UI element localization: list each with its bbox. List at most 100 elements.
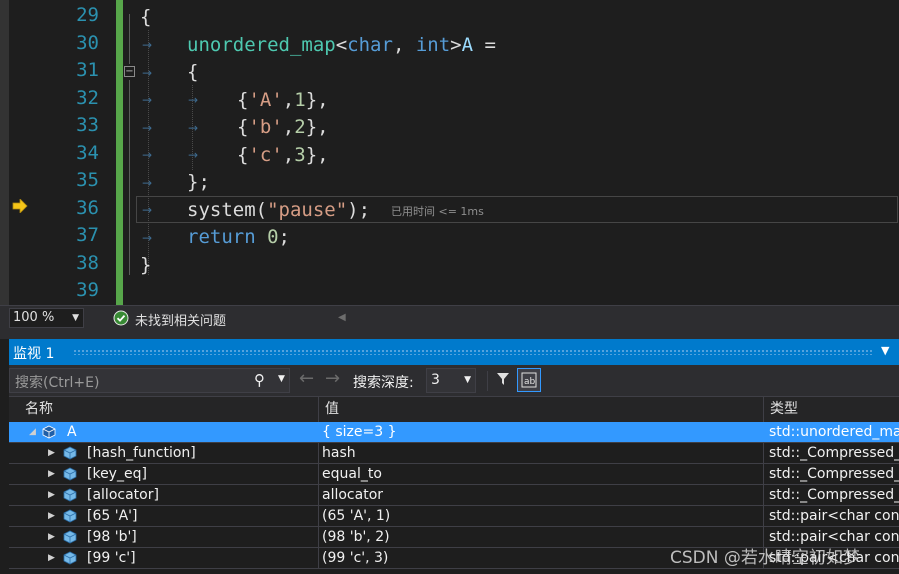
column-header-value[interactable]: 值 [319, 397, 764, 422]
watch-panel-titlebar[interactable]: 监视 1 ▼ ⊐ [9, 339, 899, 365]
search-previous-icon[interactable]: ← [299, 368, 314, 389]
tab-marker-icon: → [142, 66, 153, 80]
search-depth-dropdown[interactable]: 3 ▼ [426, 368, 476, 393]
tab-marker-icon: → [188, 148, 199, 162]
column-divider [763, 506, 764, 526]
tab-marker-icon: → [142, 121, 153, 135]
variable-cube-icon [42, 425, 56, 439]
row-type: std::pair<char const [769, 508, 899, 524]
search-icon[interactable]: ⚲ [254, 371, 265, 389]
table-row[interactable]: ▶ [allocator] allocator std::_Compressed… [9, 485, 899, 506]
code-line-32[interactable]: {'A',1}, [237, 87, 329, 114]
tab-marker-icon: → [142, 203, 153, 217]
line-number: 37 [76, 224, 99, 246]
variable-cube-icon [63, 446, 77, 460]
row-value[interactable]: (98 'b', 2) [322, 527, 390, 547]
watch-panel-title: 监视 1 [13, 346, 55, 362]
table-row[interactable]: ◢ A { size=3 } std::unordered_map [9, 422, 899, 443]
line-number: 33 [76, 114, 99, 136]
zoom-value: 100 % [13, 310, 55, 325]
expand-arrow-icon[interactable]: ▶ [48, 464, 55, 484]
code-line-35[interactable]: }; [187, 169, 210, 196]
watermark: CSDN @若水晴空初如梦 [670, 548, 860, 568]
expand-arrow-icon[interactable]: ▶ [48, 443, 55, 463]
line-number: 35 [76, 169, 99, 191]
line-number: 31 [76, 59, 99, 81]
indicator-margin [0, 0, 9, 305]
search-input[interactable]: 搜索(Ctrl+E) ⚲ ▼ [9, 368, 290, 393]
tab-marker-icon: → [142, 38, 153, 52]
outline-bracket [129, 80, 130, 275]
row-type: std::_Compressed_p [769, 445, 899, 461]
code-line-30[interactable]: unordered_map<char, int>A = [187, 32, 496, 59]
table-row[interactable]: ▶ [hash_function] hash std::_Compressed_… [9, 443, 899, 464]
table-row[interactable]: ▶ [65 'A'] (65 'A', 1) std::pair<char co… [9, 506, 899, 527]
code-line-34[interactable]: {'c',3}, [237, 142, 329, 169]
column-header-name[interactable]: 名称 [19, 397, 319, 422]
code-line-31[interactable]: { [187, 59, 198, 86]
variable-cube-icon [63, 488, 77, 502]
search-placeholder: 搜索(Ctrl+E) [15, 375, 100, 391]
code-line-38[interactable]: } [140, 252, 151, 279]
code-line-33[interactable]: {'b',2}, [237, 114, 329, 141]
collapse-toggle-icon[interactable]: − [124, 66, 135, 77]
code-lines: → → → → → → → → → → → { unordered_map<ch… [140, 0, 899, 305]
svg-text:ab: ab [524, 377, 536, 387]
chevron-down-icon: ▼ [72, 313, 79, 323]
search-depth-label: 搜索深度: [353, 375, 414, 391]
row-value[interactable]: hash [322, 443, 356, 463]
column-divider [763, 464, 764, 484]
code-editor[interactable]: 29 30 31 32 33 34 35 36 37 38 39 − → → →… [0, 0, 899, 305]
hex-view-toggle-icon[interactable]: ab [517, 368, 541, 392]
panel-splitter[interactable] [0, 330, 899, 339]
issues-status-text[interactable]: 未找到相关问题 [135, 310, 226, 329]
scroll-left-icon[interactable]: ◀ [338, 312, 346, 323]
tab-marker-icon: → [142, 176, 153, 190]
toolbar-separator [487, 371, 488, 391]
row-value[interactable]: { size=3 } [322, 422, 397, 442]
perf-tip[interactable]: 已用时间 <= 1ms [391, 203, 484, 219]
table-row[interactable]: ▶ [key_eq] equal_to std::_Compressed_p [9, 464, 899, 485]
tab-marker-icon: → [188, 121, 199, 135]
line-number: 39 [76, 279, 99, 301]
row-value[interactable]: (65 'A', 1) [322, 506, 390, 526]
code-line-36[interactable]: system("pause"); [187, 197, 370, 224]
expand-arrow-icon[interactable]: ▶ [48, 506, 55, 526]
watch-table-header: 名称 值 类型 [9, 396, 899, 422]
chevron-down-icon: ▼ [464, 375, 471, 385]
column-divider [318, 464, 319, 484]
column-divider [318, 443, 319, 463]
code-line-37[interactable]: return 0; [187, 224, 290, 251]
search-next-icon[interactable]: → [325, 368, 340, 389]
filter-pin-icon[interactable] [491, 368, 515, 392]
column-divider [763, 443, 764, 463]
variable-cube-icon [63, 530, 77, 544]
expand-arrow-icon[interactable]: ▶ [48, 548, 55, 568]
tab-marker-icon: → [142, 93, 153, 107]
row-value[interactable]: allocator [322, 485, 383, 505]
search-options-chevron-icon[interactable]: ▼ [278, 374, 285, 384]
column-divider [318, 506, 319, 526]
expand-arrow-icon[interactable]: ▶ [48, 527, 55, 547]
row-name: [hash_function] [87, 445, 196, 461]
code-line-29[interactable]: { [140, 4, 151, 31]
row-value[interactable]: equal_to [322, 464, 382, 484]
column-divider [318, 485, 319, 505]
column-divider [763, 485, 764, 505]
row-value[interactable]: (99 'c', 3) [322, 548, 388, 568]
editor-status-bar: 100 % ▼ 未找到相关问题 ◀ [0, 305, 899, 330]
zoom-dropdown[interactable]: 100 % ▼ [9, 308, 84, 328]
column-header-type[interactable]: 类型 [764, 397, 899, 422]
line-number: 32 [76, 87, 99, 109]
expand-arrow-icon[interactable]: ▶ [48, 485, 55, 505]
line-number: 34 [76, 142, 99, 164]
variable-cube-icon [63, 467, 77, 481]
line-number-gutter: 29 30 31 32 33 34 35 36 37 38 39 [9, 0, 126, 305]
window-menu-icon[interactable]: ▼ [881, 344, 889, 357]
tab-marker-icon: → [188, 93, 199, 107]
search-depth-value: 3 [431, 372, 440, 388]
row-name: [99 'c'] [87, 550, 136, 566]
collapse-arrow-icon[interactable]: ◢ [29, 422, 36, 442]
column-divider [318, 548, 319, 568]
variable-cube-icon [63, 509, 77, 523]
